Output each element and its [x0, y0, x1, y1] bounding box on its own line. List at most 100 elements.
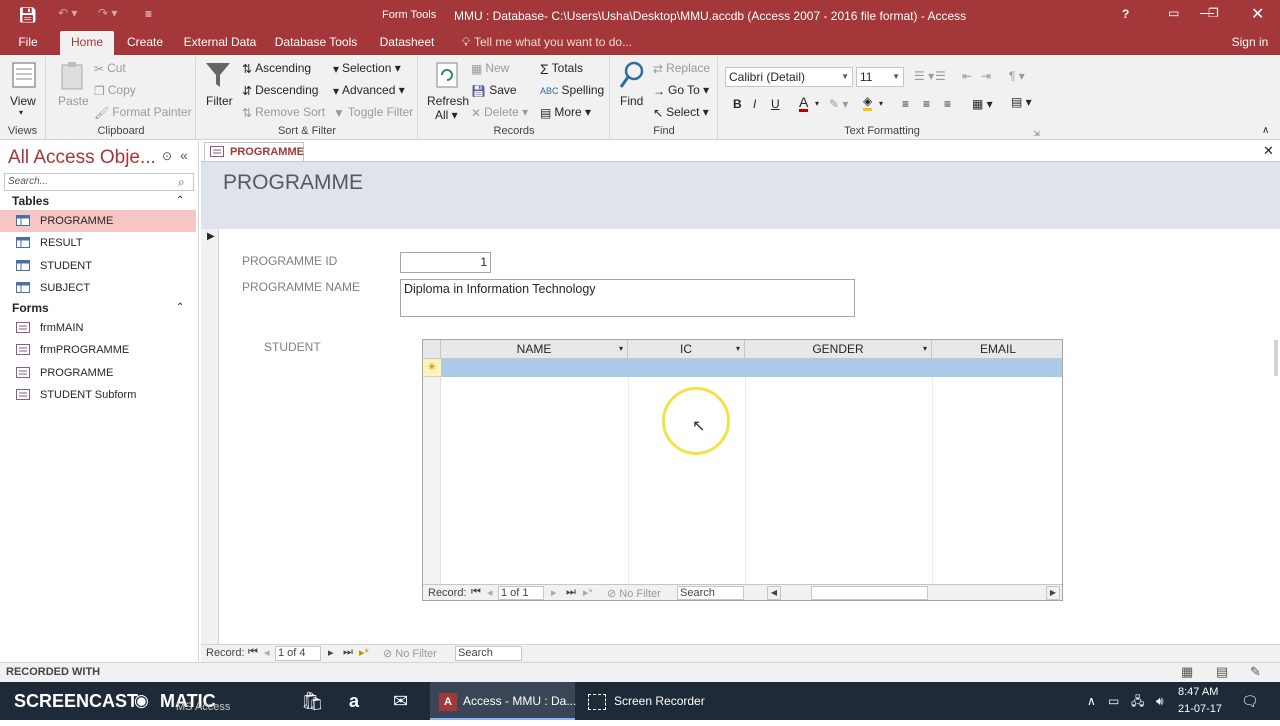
notification-center-icon[interactable]: 🗨︎	[1241, 682, 1259, 720]
gridlines-icon[interactable]: ▦ ▾	[972, 97, 993, 111]
new-record-button[interactable]: ▦ New	[471, 61, 509, 76]
tell-me-search[interactable]: Tell me what you want to do...	[474, 31, 634, 55]
view-button[interactable]: View	[10, 94, 36, 108]
form-scrollbar[interactable]	[1274, 340, 1278, 376]
filter-button[interactable]: Filter	[206, 94, 233, 108]
form-prev-record-button[interactable]: ◂	[264, 646, 270, 659]
form-new-record-button[interactable]: ▸*	[359, 646, 369, 659]
close-document-button[interactable]: ✕	[1263, 143, 1274, 159]
subform-search-input[interactable]: Search	[677, 586, 744, 600]
copy-button[interactable]: ❐ Copy	[94, 83, 136, 98]
more-button[interactable]: ▤ More ▾	[540, 105, 591, 120]
network-icon[interactable]: 🖧︎	[1131, 682, 1144, 720]
select-all-corner[interactable]	[423, 340, 441, 359]
tab-database-tools[interactable]: Database Tools	[272, 31, 360, 55]
programme-name-field[interactable]: Diploma in Information Technology	[400, 279, 855, 317]
subform-no-filter-button[interactable]: ⊘ No Filter	[607, 587, 661, 600]
form-last-record-button[interactable]: ⏭	[343, 646, 353, 659]
nav-item-table-subject[interactable]: SUBJECT	[0, 277, 196, 299]
nav-item-table-student[interactable]: STUDENT	[0, 255, 196, 277]
store-icon[interactable]: 🛍︎	[301, 682, 324, 720]
restore-button[interactable]: ❐	[1208, 6, 1219, 20]
background-color-icon[interactable]: ◈	[863, 95, 873, 111]
clock-time[interactable]: 8:47 AM	[1178, 684, 1218, 700]
programme-id-field[interactable]: 1	[400, 252, 491, 273]
highlight-icon[interactable]: ✎ ▾	[829, 97, 848, 111]
clock-date[interactable]: 21-07-17	[1178, 701, 1222, 717]
new-record-marker-icon[interactable]: ✳	[423, 359, 441, 377]
volume-icon[interactable]: 🔊︎	[1156, 682, 1164, 720]
cut-button[interactable]: ✂︎ Cut	[94, 61, 126, 76]
tab-external-data[interactable]: External Data	[180, 31, 260, 55]
save-record-button[interactable]: 💾︎ Save	[471, 83, 517, 98]
column-header-email[interactable]: EMAIL	[932, 340, 1062, 359]
nav-search-input[interactable]: Search...	[4, 173, 194, 191]
last-record-button[interactable]: ⏭	[566, 586, 576, 599]
nav-item-form-frmmain[interactable]: frmMAIN	[0, 317, 196, 339]
toggle-filter-button[interactable]: ▼ Toggle Filter	[333, 105, 413, 120]
font-name-select[interactable]: Calibri (Detail) ▼	[725, 67, 853, 87]
bold-button[interactable]: B	[733, 97, 742, 111]
first-record-button[interactable]: ⏮	[471, 586, 481, 599]
bullets-icon[interactable]: ☰ ▾	[914, 69, 934, 83]
form-next-record-button[interactable]: ▸	[328, 646, 334, 659]
form-first-record-button[interactable]: ⏮	[248, 646, 258, 659]
find-button[interactable]: Find	[620, 94, 643, 108]
column-filter-icon[interactable]: ▾	[923, 340, 927, 358]
tab-create[interactable]: Create	[122, 31, 168, 55]
font-color-button[interactable]: A	[799, 95, 809, 112]
battery-icon[interactable]: ▭	[1108, 682, 1119, 720]
indent-increase-icon[interactable]: ⇥	[981, 69, 991, 83]
column-header-gender[interactable]: GENDER ▾	[745, 340, 932, 359]
refresh-all-sub[interactable]: All ▾	[435, 108, 458, 122]
close-window-button[interactable]: ✕	[1251, 4, 1264, 24]
document-tab-programme[interactable]: PROGRAMME	[204, 142, 304, 162]
next-record-button[interactable]: ▸	[551, 586, 557, 599]
nav-pane-title[interactable]: All Access Obje...	[8, 147, 156, 169]
tab-file[interactable]: File	[10, 31, 46, 55]
form-no-filter-button[interactable]: ⊘ No Filter	[383, 647, 437, 660]
nav-item-form-student-subform[interactable]: STUDENT Subform	[0, 384, 196, 406]
customize-qat-icon[interactable]: ≡	[145, 7, 152, 21]
shutter-bar-icon[interactable]: «	[180, 147, 188, 163]
goto-button[interactable]: → Go To ▾	[653, 83, 709, 98]
tab-datasheet[interactable]: Datasheet	[372, 31, 442, 55]
taskbar-ms-access-label[interactable]: MS Access	[176, 688, 230, 726]
form-view-icon[interactable]: ▦	[1181, 664, 1193, 680]
align-right-icon[interactable]: ≡	[944, 97, 951, 111]
scroll-left-button[interactable]: ◀	[767, 586, 781, 600]
sign-in-link[interactable]: Sign in	[1230, 31, 1270, 55]
subform-record-position[interactable]: 1 of 1	[498, 586, 544, 600]
record-selector-bar[interactable]: ▶	[201, 229, 219, 644]
background-color-dropdown-icon[interactable]: ▾	[879, 99, 883, 108]
tables-collapse-icon[interactable]: ⌃	[176, 195, 184, 206]
spelling-button[interactable]: ABC Spelling	[540, 83, 604, 97]
descending-button[interactable]: ⇵ Descending	[242, 83, 318, 98]
amazon-icon[interactable]: a	[349, 682, 359, 720]
tab-home[interactable]: Home	[60, 31, 114, 55]
scroll-right-button[interactable]: ▶	[1046, 586, 1060, 600]
form-search-input[interactable]: Search	[455, 646, 522, 661]
underline-button[interactable]: U	[771, 97, 780, 111]
prev-record-button[interactable]: ◂	[487, 586, 493, 599]
new-blank-record-button[interactable]: ▸*	[583, 586, 593, 599]
italic-button[interactable]: I	[753, 97, 756, 111]
design-view-icon[interactable]: ✎	[1250, 664, 1261, 680]
totals-button[interactable]: Σ Totals	[540, 61, 583, 77]
new-record-row[interactable]	[441, 359, 1062, 377]
paragraph-direction-icon[interactable]: ¶ ▾	[1009, 69, 1025, 83]
column-filter-icon[interactable]: ▾	[736, 340, 740, 358]
show-hidden-icons[interactable]: ∧	[1087, 682, 1096, 720]
redo-icon[interactable]: ↷ ▾	[98, 6, 117, 20]
replace-button[interactable]: ⇄ Replace	[653, 61, 710, 76]
form-record-position[interactable]: 1 of 4	[275, 646, 321, 661]
column-filter-icon[interactable]: ▾	[619, 340, 623, 358]
collapse-ribbon-icon[interactable]: ∧	[1262, 125, 1269, 136]
selection-button[interactable]: ▾ Selection ▾	[333, 61, 401, 76]
taskbar-screen-recorder-button[interactable]: Screen Recorder	[582, 682, 712, 720]
mail-icon[interactable]: ✉︎	[393, 682, 408, 720]
align-center-icon[interactable]: ≡	[923, 97, 930, 111]
numbering-icon[interactable]: ☰	[935, 69, 946, 83]
forms-collapse-icon[interactable]: ⌃	[176, 302, 184, 313]
font-color-dropdown-icon[interactable]: ▾	[815, 99, 819, 108]
